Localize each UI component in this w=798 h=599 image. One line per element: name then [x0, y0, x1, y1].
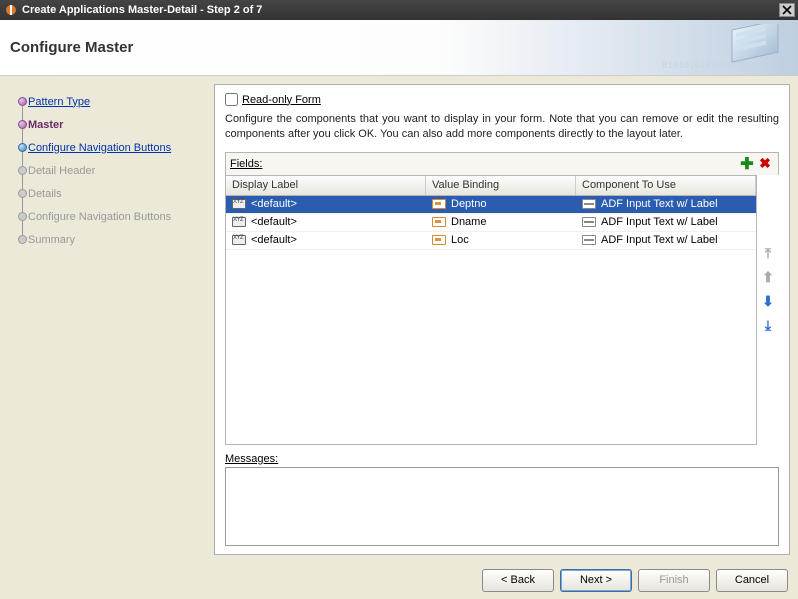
component-icon	[582, 217, 596, 227]
move-down-button[interactable]: ⬇	[759, 293, 777, 311]
component-icon	[582, 235, 596, 245]
x-icon: ✖	[759, 155, 771, 172]
nav-dot-icon	[18, 212, 27, 221]
readonly-row: Read-only Form	[225, 93, 779, 106]
cell-component: ADF Input Text w/ Label	[601, 216, 718, 228]
header-graphic: 01010101010101010	[662, 24, 792, 72]
add-field-button[interactable]: ✚	[738, 155, 756, 173]
arrow-down-icon: ⬇	[762, 293, 774, 310]
next-button[interactable]: Next >	[560, 569, 632, 592]
description-text: Configure the components that you want t…	[225, 112, 779, 142]
cell-binding: Deptno	[451, 198, 486, 210]
binding-icon	[432, 199, 446, 209]
nav-label: Summary	[28, 234, 75, 246]
fields-header-row: Fields: ✚ ✖	[225, 152, 779, 175]
component-icon	[582, 199, 596, 209]
move-top-button[interactable]: ⤒	[759, 245, 777, 263]
col-component[interactable]: Component To Use	[576, 176, 756, 195]
arrow-up-icon: ⬆	[762, 269, 774, 286]
fields-label: Fields:	[230, 158, 738, 170]
cell-component: ADF Input Text w/ Label	[601, 198, 718, 210]
main-area: Pattern Type Master Configure Navigation…	[0, 76, 798, 561]
window-title: Create Applications Master-Detail - Step…	[22, 4, 779, 16]
nav-dot-icon	[18, 120, 27, 129]
nav-step-summary: Summary	[6, 228, 206, 251]
titlebar: Create Applications Master-Detail - Step…	[0, 0, 798, 20]
readonly-label[interactable]: Read-only Form	[242, 94, 321, 106]
cancel-button[interactable]: Cancel	[716, 569, 788, 592]
header-banner: Configure Master 01010101010101010	[0, 20, 798, 76]
nav-label[interactable]: Pattern Type	[28, 96, 90, 108]
nav-step-config-nav-buttons-1[interactable]: Configure Navigation Buttons	[6, 136, 206, 159]
move-up-button[interactable]: ⬆	[759, 269, 777, 287]
page-title: Configure Master	[10, 39, 133, 56]
cell-display: <default>	[251, 234, 297, 246]
nav-label: Master	[28, 119, 63, 131]
reorder-buttons: ⤒ ⬆ ⬇ ⤓	[757, 175, 779, 445]
nav-step-master: Master	[6, 113, 206, 136]
footer-bar: < Back Next > Finish Cancel	[0, 561, 798, 599]
table-row[interactable]: <default> Loc ADF Input Text w/ Label	[226, 232, 756, 250]
svg-text:01010101010101010: 01010101010101010	[662, 61, 754, 71]
nav-step-config-nav-buttons-2: Configure Navigation Buttons	[6, 205, 206, 228]
text-icon	[232, 217, 246, 227]
cell-component: ADF Input Text w/ Label	[601, 234, 718, 246]
nav-label: Detail Header	[28, 165, 95, 177]
binding-icon	[432, 217, 446, 227]
messages-box	[225, 467, 779, 546]
remove-field-button[interactable]: ✖	[756, 155, 774, 173]
col-value-binding[interactable]: Value Binding	[426, 176, 576, 195]
table-row[interactable]: <default> Deptno ADF Input Text w/ Label	[226, 196, 756, 214]
nav-step-detail-header: Detail Header	[6, 159, 206, 182]
readonly-checkbox[interactable]	[225, 93, 238, 106]
table-header: Display Label Value Binding Component To…	[226, 176, 756, 196]
move-bottom-button[interactable]: ⤓	[759, 317, 777, 335]
cell-display: <default>	[251, 216, 297, 228]
nav-dot-icon	[18, 235, 27, 244]
cell-display: <default>	[251, 198, 297, 210]
content-panel: Read-only Form Configure the components …	[214, 84, 790, 555]
text-icon	[232, 199, 246, 209]
wizard-nav: Pattern Type Master Configure Navigation…	[0, 76, 210, 561]
fields-table-wrap: Display Label Value Binding Component To…	[225, 175, 779, 445]
cell-binding: Dname	[451, 216, 486, 228]
app-icon	[4, 3, 18, 17]
plus-icon: ✚	[740, 154, 753, 174]
nav-step-details: Details	[6, 182, 206, 205]
nav-dot-icon	[18, 97, 27, 106]
nav-label: Details	[28, 188, 62, 200]
text-icon	[232, 235, 246, 245]
nav-dot-icon	[18, 166, 27, 175]
nav-dot-icon	[18, 189, 27, 198]
col-display-label[interactable]: Display Label	[226, 176, 426, 195]
nav-label[interactable]: Configure Navigation Buttons	[28, 142, 171, 154]
messages-label: Messages:	[225, 453, 779, 465]
back-button[interactable]: < Back	[482, 569, 554, 592]
cell-binding: Loc	[451, 234, 469, 246]
fields-table: Display Label Value Binding Component To…	[225, 175, 757, 445]
binding-icon	[432, 235, 446, 245]
table-row[interactable]: <default> Dname ADF Input Text w/ Label	[226, 214, 756, 232]
arrow-bottom-icon: ⤓	[765, 317, 771, 334]
nav-label: Configure Navigation Buttons	[28, 211, 171, 223]
nav-step-pattern-type[interactable]: Pattern Type	[6, 90, 206, 113]
arrow-top-icon: ⤒	[765, 245, 771, 262]
nav-dot-icon	[18, 143, 27, 152]
close-button[interactable]	[779, 3, 795, 17]
finish-button[interactable]: Finish	[638, 569, 710, 592]
